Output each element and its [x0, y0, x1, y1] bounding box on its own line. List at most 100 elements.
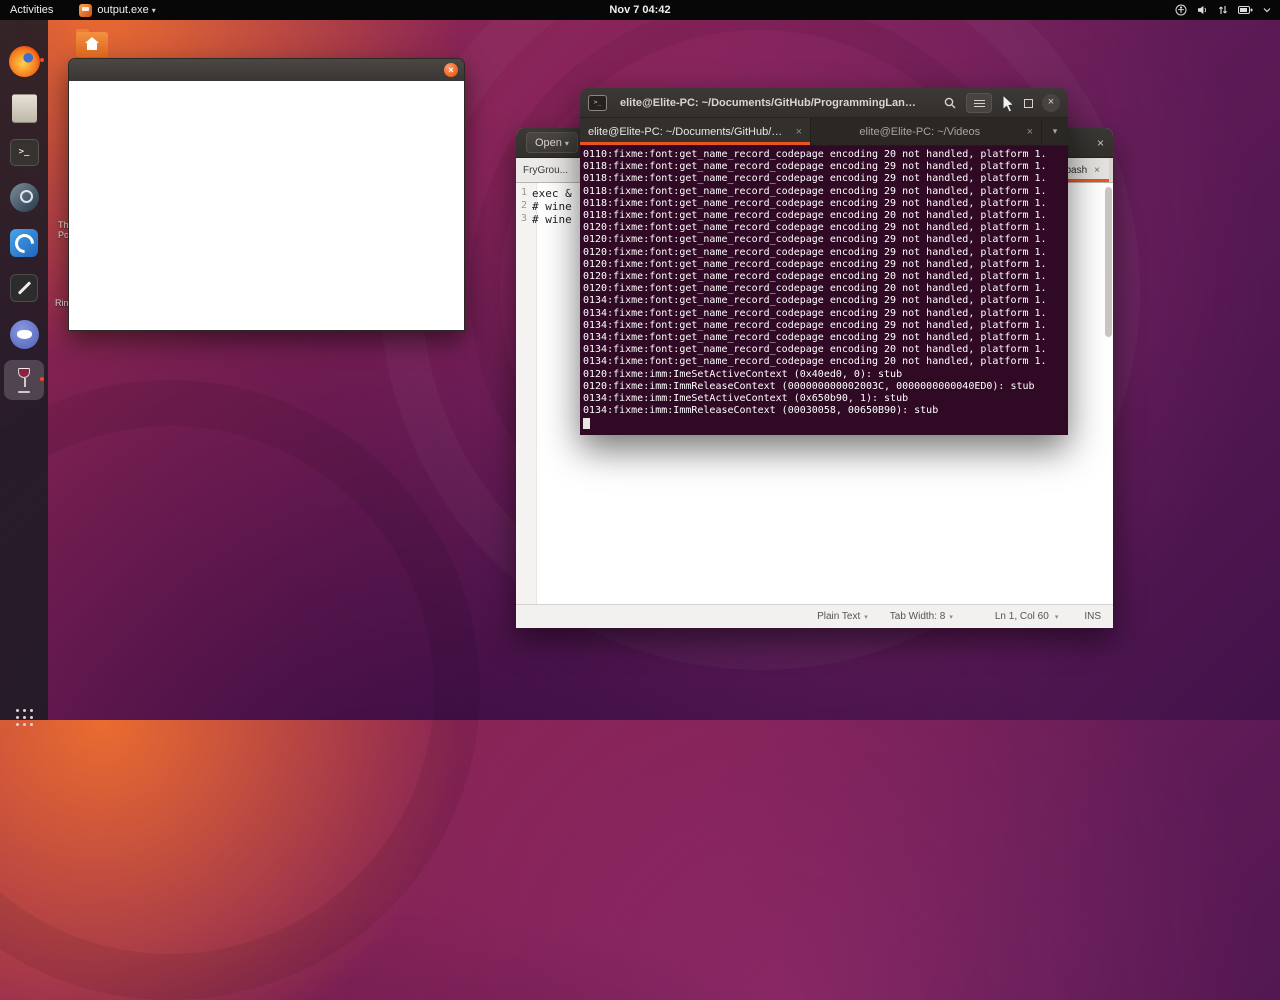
terminal-line: 0118:fixme:font:get_name_record_codepage…: [583, 161, 1047, 173]
line-text: # wine: [532, 200, 572, 213]
line-number: 1: [520, 187, 527, 198]
tab-list-chevron-icon[interactable]: [1042, 118, 1068, 145]
terminal-line: 0110:fixme:font:get_name_record_codepage…: [583, 149, 1047, 160]
terminal-title: elite@Elite-PC: ~/Documents/GitHub/Progr…: [620, 96, 918, 109]
terminal-app-icon: [588, 94, 607, 111]
app-menu[interactable]: output.exe: [79, 0, 155, 20]
terminal-tab-2[interactable]: elite@Elite-PC: ~/Videos: [811, 118, 1042, 145]
dock-item-blue-app[interactable]: [4, 223, 44, 263]
volume-icon: [1198, 6, 1207, 14]
terminal-line: 0134:fixme:imm:ImeSetActiveContext (0x65…: [583, 393, 909, 405]
line-text: # wine: [532, 213, 572, 226]
dock-item-files[interactable]: [4, 88, 44, 128]
terminal-line: 0118:fixme:font:get_name_record_codepage…: [583, 197, 1047, 209]
output-titlebar[interactable]: [69, 59, 464, 81]
language-selector[interactable]: Plain Text: [817, 611, 868, 622]
text-editor-icon: [10, 274, 38, 302]
app-grid-icon: [15, 708, 33, 726]
dock-item-steam[interactable]: [4, 177, 44, 217]
close-tab-icon[interactable]: [790, 126, 802, 138]
hamburger-menu-icon[interactable]: [966, 93, 992, 113]
terminal-line: 0120:fixme:font:get_name_record_codepage…: [583, 283, 1047, 295]
tab-bash-label: bash: [1065, 164, 1088, 176]
dock-item-firefox[interactable]: [4, 41, 44, 81]
home-folder-icon[interactable]: [76, 28, 108, 57]
accessibility-icon: [1175, 4, 1187, 16]
terminal-line: 0118:fixme:font:get_name_record_codepage…: [583, 185, 1047, 197]
running-indicator: [40, 377, 44, 381]
search-icon[interactable]: [943, 96, 957, 110]
gedit-statusbar: Plain Text Tab Width: 8 Ln 1, Col 60 INS: [516, 604, 1113, 628]
close-tab-icon[interactable]: [1021, 126, 1033, 138]
terminal-tab-label: elite@Elite-PC: ~/Documents/GitHub/Pr...: [588, 125, 790, 138]
system-tray[interactable]: [1175, 0, 1272, 20]
terminal-line: 0120:fixme:font:get_name_record_codepage…: [583, 246, 1047, 258]
mouse-cursor: [1002, 94, 1015, 113]
line-text: exec &: [532, 187, 572, 200]
running-indicator: [40, 58, 44, 62]
open-button-label: Open: [535, 136, 562, 149]
battery-icon: [1238, 6, 1253, 14]
terminal-line: 0120:fixme:font:get_name_record_codepage…: [583, 234, 1047, 246]
insert-mode-indicator: INS: [1084, 611, 1101, 622]
terminal-window: elite@Elite-PC: ~/Documents/GitHub/Progr…: [580, 88, 1068, 435]
tab-width-selector[interactable]: Tab Width: 8: [890, 611, 953, 622]
terminal-tab-label: elite@Elite-PC: ~/Videos: [859, 125, 981, 138]
open-button[interactable]: Open: [526, 132, 578, 153]
output-window-body[interactable]: [69, 81, 464, 330]
terminal-line: 0134:fixme:font:get_name_record_codepage…: [583, 319, 1047, 331]
steam-icon: [9, 182, 39, 212]
line-number: 2: [520, 200, 527, 211]
terminal-screen[interactable]: 0110:fixme:font:get_name_record_codepage…: [580, 146, 1068, 435]
close-button[interactable]: [1042, 94, 1060, 112]
close-tab-icon[interactable]: [1094, 165, 1100, 176]
terminal-line: 0118:fixme:font:get_name_record_codepage…: [583, 210, 1047, 222]
dock-item-wine[interactable]: [4, 360, 44, 400]
desktop-icon-label[interactable]: Rin: [55, 298, 69, 308]
terminal-headerbar[interactable]: elite@Elite-PC: ~/Documents/GitHub/Progr…: [580, 88, 1068, 118]
desktop-icon-label[interactable]: Th: [58, 220, 69, 230]
terminal-line: 0118:fixme:font:get_name_record_codepage…: [583, 173, 1047, 185]
cursor-position[interactable]: Ln 1, Col 60: [995, 611, 1049, 622]
firefox-icon: [8, 45, 40, 77]
terminal-icon: [9, 138, 39, 166]
terminal-line: 0134:fixme:font:get_name_record_codepage…: [583, 307, 1047, 319]
terminal-line: 0134:fixme:imm:ImmReleaseContext (000300…: [583, 405, 939, 417]
house-body: [87, 43, 97, 50]
close-button[interactable]: [444, 63, 458, 77]
wine-glass-stem: [23, 378, 26, 387]
terminal-line: 0134:fixme:font:get_name_record_codepage…: [583, 344, 1047, 356]
terminal-line: 0120:fixme:imm:ImmReleaseContext (000000…: [583, 380, 1035, 392]
terminal-line: 0134:fixme:font:get_name_record_codepage…: [583, 295, 1047, 307]
chevron-down-icon: [562, 137, 569, 149]
terminal-line: 0134:fixme:font:get_name_record_codepage…: [583, 332, 1047, 344]
terminal-cursor: [583, 418, 590, 430]
terminal-line: 0120:fixme:imm:ImeSetActiveContext (0x40…: [583, 368, 903, 380]
terminal-tab-bar: elite@Elite-PC: ~/Documents/GitHub/Pr...…: [580, 118, 1068, 146]
line-number: 3: [520, 213, 527, 224]
terminal-line: 0134:fixme:font:get_name_record_codepage…: [583, 356, 1047, 368]
chevron-down-icon[interactable]: [1055, 611, 1059, 622]
terminal-line: 0120:fixme:font:get_name_record_codepage…: [583, 222, 1047, 234]
wine-icon: [15, 367, 33, 393]
scrollbar-thumb[interactable]: [1105, 187, 1112, 337]
blue-app-icon: [10, 229, 38, 257]
dock: [0, 20, 48, 720]
maximize-button[interactable]: [1024, 98, 1033, 108]
dock-item-discord[interactable]: [4, 314, 44, 354]
activities-button[interactable]: Activities: [0, 0, 63, 20]
clock[interactable]: Nov 7 04:42: [609, 4, 670, 16]
discord-icon: [9, 319, 39, 349]
files-icon: [11, 93, 37, 123]
dock-item-show-applications[interactable]: [4, 697, 44, 737]
terminal-tab-1[interactable]: elite@Elite-PC: ~/Documents/GitHub/Pr...: [580, 118, 811, 145]
dock-item-terminal[interactable]: [4, 132, 44, 172]
top-bar: Activities output.exe Nov 7 04:42: [0, 0, 1280, 20]
terminal-line: 0120:fixme:font:get_name_record_codepage…: [583, 258, 1047, 270]
wallpaper-swirl: [0, 380, 480, 1000]
output-exe-window: [68, 58, 465, 331]
dock-item-text-editor[interactable]: [4, 268, 44, 308]
terminal-line: 0120:fixme:font:get_name_record_codepage…: [583, 271, 1047, 283]
close-icon[interactable]: [1097, 135, 1104, 151]
terminal-output: 0110:fixme:font:get_name_record_codepage…: [583, 149, 1066, 417]
